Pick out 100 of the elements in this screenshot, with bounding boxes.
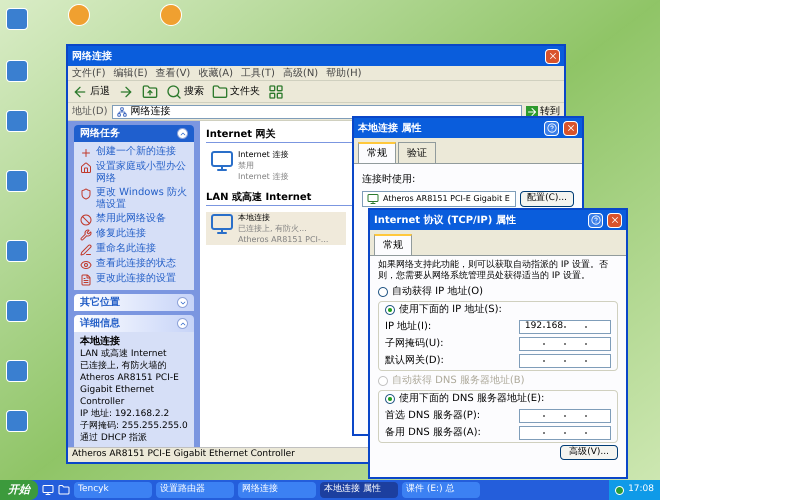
window-title: 本地连接 属性 (358, 122, 422, 136)
connection-text: 禁用 (238, 160, 255, 171)
start-button[interactable]: 开始 (0, 480, 38, 500)
ip-address-field[interactable] (519, 426, 611, 440)
address-label: 地址(D) (72, 104, 108, 119)
taskbar-task[interactable]: 课件 (E:) 总 (402, 482, 480, 498)
panel-header[interactable]: 其它位置 (74, 294, 194, 311)
clock: 17:08 (628, 483, 654, 496)
desktop-icon[interactable] (6, 170, 28, 192)
details-line: 通过 DHCP 指派 (80, 432, 148, 444)
desktop-icon[interactable] (6, 410, 28, 432)
field-label: 默认网关(D): (385, 354, 444, 368)
task-link[interactable]: 重命名此连接 (96, 243, 156, 255)
panel-header[interactable]: 详细信息 (74, 315, 194, 332)
desktop-icon[interactable] (6, 360, 28, 382)
radio-button[interactable] (378, 286, 388, 296)
ip-address-field[interactable] (519, 408, 611, 422)
toolbar-button[interactable]: 搜索 (166, 84, 204, 100)
task-icon (80, 214, 92, 226)
details-line: 子网掩码: 255.255.255.0 (80, 420, 188, 432)
connection-text: 已连接上, 有防火... (238, 223, 308, 234)
task-link[interactable]: 设置家庭或小型办公网络 (96, 161, 188, 185)
desktop-icon[interactable] (6, 8, 28, 30)
desktop-icon[interactable] (6, 110, 28, 132)
desktop-icon[interactable] (160, 4, 182, 26)
computer-icon (210, 212, 234, 236)
network-icon (116, 106, 127, 116)
task-icon (80, 162, 92, 174)
task-link[interactable]: 修复此连接 (96, 228, 146, 240)
ip-address-field[interactable] (519, 336, 611, 350)
taskbar-task[interactable]: Tencyk (74, 482, 152, 498)
desktop-icon[interactable] (6, 60, 28, 82)
help-button[interactable] (588, 212, 603, 228)
task-icon (80, 147, 92, 159)
task-link[interactable]: 查看此连接的状态 (96, 258, 176, 270)
radio-label: 使用下面的 IP 地址(S): (399, 302, 502, 317)
taskbar-task[interactable]: 本地连接 属性 (320, 482, 398, 498)
adapter-field: Atheros AR8151 PCI-E Gigabit E (362, 191, 516, 207)
address-field[interactable]: 网络连接 (112, 104, 522, 118)
menu-item[interactable]: 文件(F) (72, 66, 106, 80)
window-title: Internet 协议 (TCP/IP) 属性 (374, 214, 517, 228)
close-button[interactable] (545, 48, 560, 64)
connection-text: Internet 连接 (238, 149, 288, 160)
task-icon (80, 229, 92, 241)
task-icon (80, 244, 92, 256)
toolbar-button[interactable]: 后退 (72, 84, 110, 100)
menu-item[interactable]: 编辑(E) (114, 66, 148, 80)
task-icon (80, 188, 92, 200)
ip-address-field[interactable] (519, 354, 611, 368)
field-label: 首选 DNS 服务器(P): (385, 408, 480, 423)
menu-item[interactable]: 收藏(A) (198, 66, 233, 80)
panel-header[interactable]: 网络任务 (74, 125, 194, 142)
menu-item[interactable]: 帮助(H) (326, 66, 362, 80)
close-button[interactable] (563, 120, 578, 136)
task-link[interactable]: 更改此连接的设置 (96, 273, 176, 285)
close-icon (610, 215, 620, 225)
desktop-icon[interactable] (6, 240, 28, 262)
connection-item[interactable]: 本地连接 已连接上, 有防火... Atheros AR8151 PCI-... (206, 212, 346, 245)
intro-text: 如果网络支持此功能，则可以获取自动指派的 IP 设置。否则，您需要从网络系统管理员处获得适当的 IP 设置。 (378, 260, 609, 282)
quick-launch-icon (42, 484, 54, 496)
tray-icon[interactable] (615, 486, 624, 494)
close-button[interactable] (607, 212, 622, 228)
menu-item[interactable]: 查看(V) (156, 66, 190, 80)
help-icon (590, 215, 600, 225)
desktop-icon[interactable] (6, 300, 28, 322)
toolbar-button[interactable] (118, 84, 134, 100)
desktop-icon[interactable] (68, 4, 90, 26)
connection-text: Internet 连接 (238, 171, 288, 182)
taskbar-task[interactable]: 网络连接 (238, 482, 316, 498)
configure-button[interactable]: 配置(C)... (520, 191, 574, 207)
quick-launch-icon (58, 484, 70, 496)
toolbar-button[interactable] (268, 84, 284, 100)
details-title: 本地连接 (80, 336, 121, 348)
menu-item[interactable]: 工具(T) (241, 66, 275, 80)
connection-text: Atheros AR8151 PCI-... (238, 234, 328, 245)
details-line: 已连接上, 有防火墙的 (80, 360, 168, 372)
tab[interactable]: 常规 (374, 234, 412, 255)
task-link[interactable]: 创建一个新的连接 (96, 146, 176, 158)
field-label: IP 地址(I): (385, 320, 432, 334)
field-label: 备用 DNS 服务器(A): (385, 426, 481, 440)
connection-text: 本地连接 (238, 212, 271, 223)
toolbar-button[interactable] (142, 84, 158, 100)
taskbar-task[interactable]: 设置路由器 (156, 482, 234, 498)
help-button[interactable] (544, 120, 559, 136)
tab[interactable]: 常规 (358, 142, 396, 163)
tab[interactable]: 验证 (398, 142, 436, 163)
advanced-button[interactable]: 高级(V)... (560, 445, 618, 460)
task-link[interactable]: 更改 Windows 防火墙设置 (96, 187, 188, 211)
radio-button[interactable] (385, 394, 395, 404)
menu-item[interactable]: 高级(N) (282, 66, 318, 80)
computer-icon (210, 149, 234, 173)
close-icon (548, 51, 558, 61)
search-icon (166, 84, 182, 100)
radio-button[interactable] (385, 304, 395, 314)
task-icon (80, 274, 92, 286)
ip-address-field[interactable]: 192 168 (519, 320, 611, 334)
radio-label: 自动获得 IP 地址(O) (392, 284, 484, 299)
toolbar-button[interactable]: 文件夹 (212, 84, 260, 100)
task-link[interactable]: 禁用此网络设备 (96, 213, 166, 225)
connection-item[interactable]: Internet 连接 禁用 Internet 连接 (206, 149, 346, 182)
